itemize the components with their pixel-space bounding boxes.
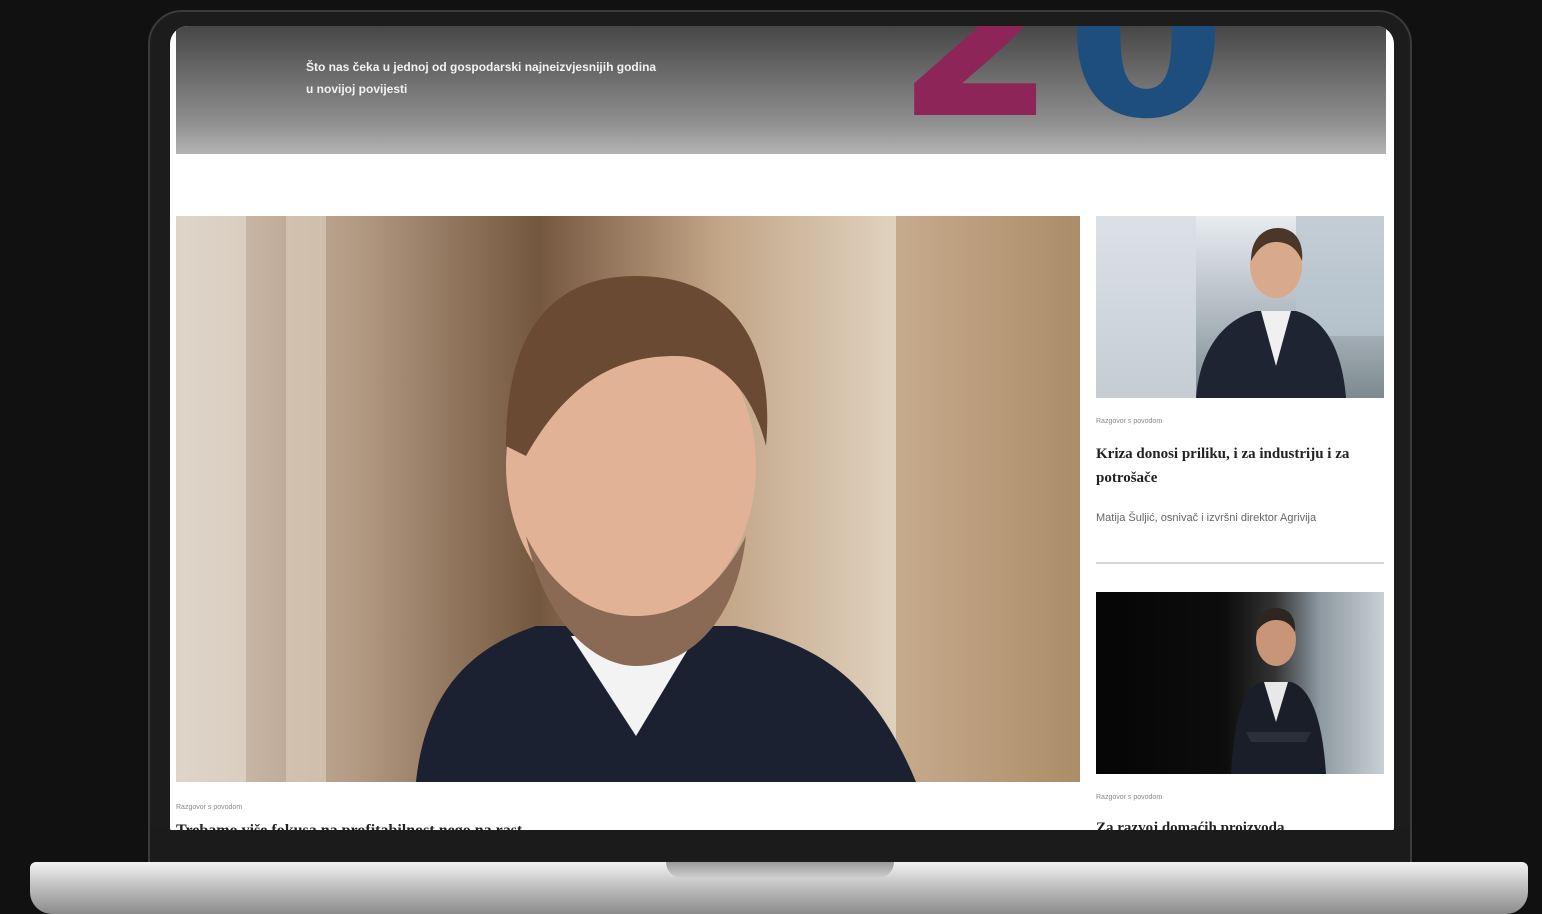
banner-logo-digit: 0 [1066, 26, 1237, 170]
promo-banner[interactable]: Što nas čeka u jednoj od gospodarski naj… [176, 26, 1386, 154]
man-portrait-icon [176, 216, 1080, 782]
laptop-notch [666, 862, 894, 878]
man-office-icon [1096, 216, 1384, 398]
laptop-lid: Što nas čeka u jednoj od gospodarski naj… [148, 10, 1412, 868]
laptop-base [30, 862, 1528, 914]
side-article-image[interactable] [1096, 216, 1384, 398]
divider [1096, 562, 1384, 564]
banner-subtitle: Što nas čeka u jednoj od gospodarski naj… [306, 60, 657, 96]
banner-logo-digit: 2 [896, 26, 1067, 170]
laptop-bezel [150, 830, 1410, 866]
featured-article-image[interactable] [176, 216, 1080, 782]
side-article-description: Matija Šuljić, osnivač i izvršni direkto… [1096, 512, 1317, 524]
side-article-image[interactable] [1096, 592, 1384, 774]
side-article-label: Razgovor s povodom [1096, 794, 1163, 801]
banner-logo: 20 [896, 26, 1236, 152]
side-article-label: Razgovor s povodom [1096, 418, 1163, 425]
web-page[interactable]: Što nas čeka u jednoj od gospodarski naj… [170, 26, 1394, 832]
featured-article-label: Razgovor s povodom [176, 804, 243, 811]
man-standing-icon [1231, 608, 1326, 774]
side-article-title[interactable]: Kriza donosi priliku, i za industriju i … [1096, 442, 1366, 490]
